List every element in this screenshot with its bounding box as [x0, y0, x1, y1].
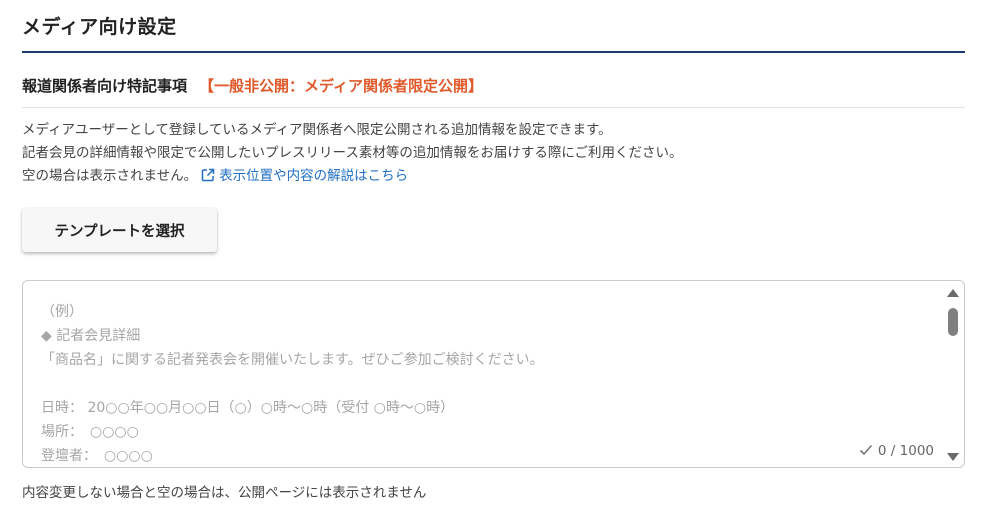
- character-counter: 0 / 1000: [859, 443, 934, 459]
- character-count: 0 / 1000: [877, 443, 934, 459]
- section-title-divider: [22, 51, 965, 53]
- subsection-header: 報道関係者向け特記事項 【一般非公開：メディア関係者限定公開】: [22, 75, 483, 96]
- section-title: メディア向け設定: [22, 16, 177, 38]
- visibility-tag: 【一般非公開：メディア関係者限定公開】: [199, 77, 483, 95]
- textarea-scrollbar[interactable]: [942, 281, 964, 467]
- select-template-button[interactable]: テンプレートを選択: [22, 208, 217, 252]
- subsection-divider: [22, 107, 965, 108]
- placeholder-line: （例）: [41, 304, 83, 320]
- placeholder-line: [41, 372, 544, 396]
- subsection-title: 報道関係者向け特記事項: [22, 77, 188, 95]
- scrollbar-thumb[interactable]: [948, 308, 958, 336]
- textarea-placeholder: （例） ◆ 記者会見詳細「商品名」に関する記者発表会を開催いたします。ぜひご参加ご…: [41, 300, 544, 467]
- press-notes-textarea[interactable]: （例） ◆ 記者会見詳細「商品名」に関する記者発表会を開催いたします。ぜひご参加ご…: [22, 280, 965, 468]
- external-link-icon: [201, 168, 215, 182]
- scroll-down-arrow-icon[interactable]: [947, 453, 959, 461]
- description: メディアユーザーとして登録しているメディア関係者へ限定公開される追加情報を設定で…: [22, 119, 683, 188]
- description-empty-note: 空の場合は表示されません。: [22, 168, 198, 184]
- placeholder-line: 「商品名」に関する記者発表会を開催いたします。ぜひご参加ご検討ください。: [41, 352, 544, 368]
- placeholder-line: 場所： ○○○○: [41, 424, 139, 440]
- description-line: 空の場合は表示されません。 表示位置や内容の解説はこちら: [22, 165, 683, 188]
- help-link[interactable]: 表示位置や内容の解説はこちら: [201, 168, 408, 184]
- placeholder-line: 登壇者： ○○○○: [41, 448, 153, 464]
- placeholder-line: ◆ 記者会見詳細: [41, 328, 141, 344]
- check-icon: [859, 444, 873, 456]
- description-line: 記者会見の詳細情報や限定で公開したいプレスリリース素材等の追加情報をお届けする際…: [22, 145, 683, 161]
- scroll-up-arrow-icon[interactable]: [947, 289, 959, 297]
- help-link-label: 表示位置や内容の解説はこちら: [219, 168, 409, 184]
- placeholder-line: 日時： 20○○年○○月○○日（○）○時～○時（受付 ○時～○時）: [41, 400, 455, 416]
- footnote: 内容変更しない場合と空の場合は、公開ページには表示されません: [22, 485, 427, 501]
- description-line: メディアユーザーとして登録しているメディア関係者へ限定公開される追加情報を設定で…: [22, 122, 612, 138]
